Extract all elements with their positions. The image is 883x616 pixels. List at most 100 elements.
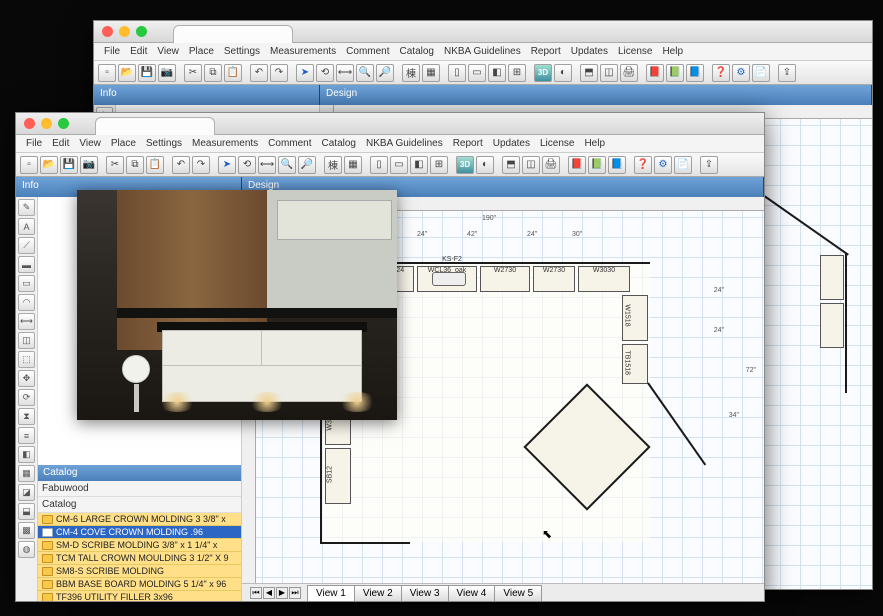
render-icon[interactable]: ◐ bbox=[554, 64, 572, 82]
design-panel-header[interactable]: Design bbox=[320, 85, 872, 105]
catalog-icon[interactable]: 📕 bbox=[646, 64, 664, 82]
pointer-icon[interactable]: ➤ bbox=[218, 156, 236, 174]
menu-item[interactable]: File bbox=[22, 137, 46, 150]
cabinet-tool-icon[interactable]: ◫ bbox=[18, 332, 35, 349]
cut-icon[interactable]: ✂ bbox=[106, 156, 124, 174]
report-icon[interactable]: 📄 bbox=[752, 64, 770, 82]
measure-icon[interactable]: ⟷ bbox=[258, 156, 276, 174]
move-icon[interactable]: ✥ bbox=[18, 370, 35, 387]
menu-item[interactable]: View bbox=[153, 45, 183, 58]
catalog-item[interactable]: SM-D SCRIBE MOLDING 3/8" x 1 1/4" x bbox=[38, 539, 241, 552]
export-icon[interactable]: ⇪ bbox=[700, 156, 718, 174]
door-icon[interactable]: ◧ bbox=[488, 64, 506, 82]
new-icon[interactable]: ▫ bbox=[98, 64, 116, 82]
3d-icon[interactable]: 3D bbox=[534, 64, 552, 82]
last-tab-icon[interactable]: ⏭ bbox=[289, 587, 301, 599]
menu-item[interactable]: Comment bbox=[342, 45, 393, 58]
camera-icon[interactable]: 📷 bbox=[80, 156, 98, 174]
minimize-icon[interactable] bbox=[119, 26, 130, 37]
undo-icon[interactable]: ↶ bbox=[250, 64, 268, 82]
menu-item[interactable]: Catalog bbox=[396, 45, 438, 58]
menu-item[interactable]: Settings bbox=[142, 137, 186, 150]
perspective-icon[interactable]: ◫ bbox=[600, 64, 618, 82]
pointer-icon[interactable]: ➤ bbox=[296, 64, 314, 82]
menu-item[interactable]: Place bbox=[185, 45, 218, 58]
menu-item[interactable]: Report bbox=[449, 137, 487, 150]
next-tab-icon[interactable]: ▶ bbox=[276, 587, 288, 599]
copy-icon[interactable]: ⧉ bbox=[204, 64, 222, 82]
first-tab-icon[interactable]: ⏮ bbox=[250, 587, 262, 599]
window-icon[interactable]: ⊞ bbox=[508, 64, 526, 82]
view-tab[interactable]: View 2 bbox=[354, 585, 402, 601]
select-icon[interactable]: ⬚ bbox=[18, 351, 35, 368]
window-icon[interactable]: ⊞ bbox=[430, 156, 448, 174]
arc-icon[interactable]: ◠ bbox=[18, 294, 35, 311]
line-icon[interactable]: ⟋ bbox=[18, 237, 35, 254]
zoom-in-icon[interactable]: 🔍 bbox=[356, 64, 374, 82]
menu-item[interactable]: File bbox=[100, 45, 124, 58]
rect-icon[interactable]: ▭ bbox=[18, 275, 35, 292]
save-icon[interactable]: 💾 bbox=[138, 64, 156, 82]
cut-icon[interactable]: ✂ bbox=[184, 64, 202, 82]
catalog-item[interactable]: CM-4 COVE CROWN MOLDING .96 bbox=[38, 526, 241, 539]
menu-item[interactable]: Measurements bbox=[188, 137, 262, 150]
catalog-panel-header[interactable]: Catalog bbox=[38, 465, 241, 481]
menu-item[interactable]: Place bbox=[107, 137, 140, 150]
wall-icon[interactable]: ▭ bbox=[468, 64, 486, 82]
menu-item[interactable]: NKBA Guidelines bbox=[440, 45, 525, 58]
dimension-icon[interactable]: ⟷ bbox=[18, 313, 35, 330]
help-icon[interactable]: ❓ bbox=[634, 156, 652, 174]
zoom-icon[interactable] bbox=[58, 118, 69, 129]
catalog3-icon[interactable]: 📘 bbox=[686, 64, 704, 82]
menu-item[interactable]: Updates bbox=[567, 45, 612, 58]
door-icon[interactable]: ◧ bbox=[410, 156, 428, 174]
catalog3-icon[interactable]: 📘 bbox=[608, 156, 626, 174]
paste-icon[interactable]: 📋 bbox=[224, 64, 242, 82]
menu-item[interactable]: Updates bbox=[489, 137, 534, 150]
view-tab[interactable]: View 4 bbox=[448, 585, 496, 601]
open-icon[interactable]: 📂 bbox=[118, 64, 136, 82]
cabinet-icon[interactable]: ▯ bbox=[448, 64, 466, 82]
menu-item[interactable]: Edit bbox=[48, 137, 73, 150]
extra3-icon[interactable]: ⬓ bbox=[18, 503, 35, 520]
catalog-item[interactable]: SM8-S SCRIBE MOLDING bbox=[38, 565, 241, 578]
extra2-icon[interactable]: ◪ bbox=[18, 484, 35, 501]
copy-icon[interactable]: ⧉ bbox=[126, 156, 144, 174]
menu-item[interactable]: Catalog bbox=[318, 137, 360, 150]
print-icon[interactable]: 🖨 bbox=[542, 156, 560, 174]
perspective-icon[interactable]: ◫ bbox=[522, 156, 540, 174]
3d-icon[interactable]: 3D bbox=[456, 156, 474, 174]
view-tab[interactable]: View 3 bbox=[401, 585, 449, 601]
catalog-item[interactable]: CM-6 LARGE CROWN MOLDING 3 3/8" x bbox=[38, 513, 241, 526]
zoom-icon[interactable] bbox=[136, 26, 147, 37]
catalog-list[interactable]: CM-6 LARGE CROWN MOLDING 3 3/8" xCM-4 CO… bbox=[38, 513, 241, 601]
help-icon[interactable]: ❓ bbox=[712, 64, 730, 82]
group-icon[interactable]: ▦ bbox=[422, 64, 440, 82]
info-panel-header[interactable]: Info bbox=[94, 85, 320, 105]
catalog-item[interactable]: TF396 UTILITY FILLER 3x96 bbox=[38, 591, 241, 601]
extra5-icon[interactable]: ◍ bbox=[18, 541, 35, 558]
mirror-icon[interactable]: ⧗ bbox=[18, 408, 35, 425]
rotate-tool-icon[interactable]: ⟳ bbox=[18, 389, 35, 406]
catalog-item[interactable]: TCM TALL CROWN MOULDING 3 1/2" X 9 bbox=[38, 552, 241, 565]
wall-icon[interactable]: ▭ bbox=[390, 156, 408, 174]
menu-item[interactable]: Help bbox=[658, 45, 687, 58]
menu-item[interactable]: Help bbox=[580, 137, 609, 150]
minimize-icon[interactable] bbox=[41, 118, 52, 129]
menu-item[interactable]: NKBA Guidelines bbox=[362, 137, 447, 150]
undo-icon[interactable]: ↶ bbox=[172, 156, 190, 174]
layer-icon[interactable]: ≡ bbox=[18, 427, 35, 444]
tool-icon[interactable]: 棟 bbox=[324, 156, 342, 174]
close-icon[interactable] bbox=[102, 26, 113, 37]
menu-item[interactable]: Report bbox=[527, 45, 565, 58]
catalog-subheader[interactable]: Catalog bbox=[38, 497, 241, 513]
zoom-out-icon[interactable]: 🔎 bbox=[376, 64, 394, 82]
group-icon[interactable]: ▦ bbox=[344, 156, 362, 174]
rotate-icon[interactable]: ⟲ bbox=[316, 64, 334, 82]
text-icon[interactable]: A bbox=[18, 218, 35, 235]
view-tab[interactable]: View 5 bbox=[494, 585, 542, 601]
settings-icon[interactable]: ⚙ bbox=[732, 64, 750, 82]
save-icon[interactable]: 💾 bbox=[60, 156, 78, 174]
redo-icon[interactable]: ↷ bbox=[270, 64, 288, 82]
print-icon[interactable]: 🖨 bbox=[620, 64, 638, 82]
